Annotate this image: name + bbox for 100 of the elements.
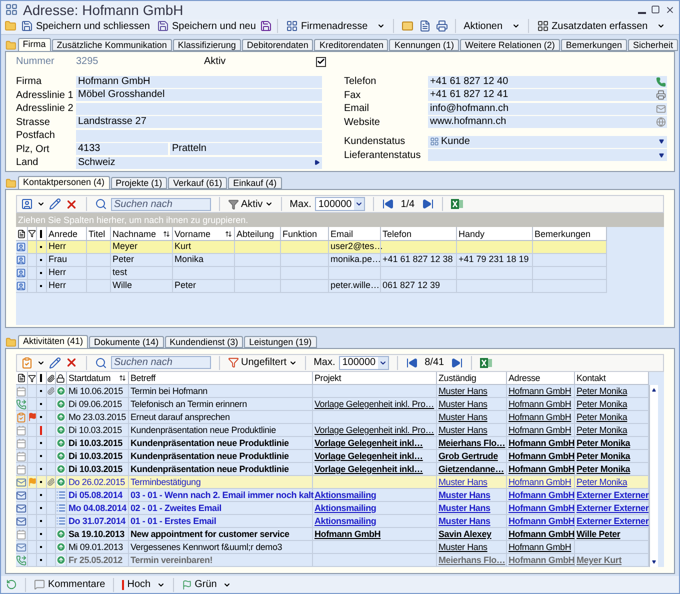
table-link[interactable]: Peter Monika	[574, 450, 632, 461]
column-header[interactable]: Bemerkungen	[532, 228, 606, 240]
input-field[interactable]: Landstrasse 27	[76, 116, 322, 128]
column-header[interactable]: Kontakt	[574, 372, 648, 384]
table-link[interactable]: Gietzendanne…	[436, 464, 506, 474]
table-row[interactable]: Di 05.08.2014 03 - 01 - Wenn nach 2. Email immer noch kaltAktionsmailing Muster Hans Hofmann GmbH Externer Externer	[16, 488, 648, 502]
clipboard-icon[interactable]	[21, 356, 33, 369]
table-row[interactable]: Mo 23.03.2015 Erneut darauf ansprechen Muster Hans Hofmann GmbH Peter Monika	[16, 410, 648, 424]
tab[interactable]: Aktivitäten (41)	[18, 334, 88, 348]
table-link[interactable]: Muster Hans	[436, 412, 490, 422]
table-row[interactable]: Di 10.03.2015 Kundenpräsentation neue Produktlinie Vorlage Gelegenheit inkl… Meierhans Flo… Hofmann GmbH Peter Monika	[16, 436, 648, 450]
phone-icon[interactable]	[656, 76, 666, 87]
table-link[interactable]: Muster Hans	[436, 424, 490, 435]
tab[interactable]: Weitere Relationen (2)	[460, 38, 560, 51]
table-link[interactable]: Hofmann GmbH	[506, 502, 577, 513]
input-field[interactable]: Möbel Grosshandel	[76, 89, 322, 102]
table-row[interactable]: Herr Meyer Kurt user2@tes…	[16, 240, 606, 254]
column-header[interactable]: Projekt	[312, 372, 436, 384]
table-link[interactable]: Hofmann GmbH	[506, 464, 577, 474]
table-row[interactable]: Herr test	[16, 266, 606, 280]
checkbox[interactable]	[316, 56, 326, 67]
column-header[interactable]: Adresse	[506, 372, 574, 384]
table-link[interactable]: Hofmann GmbH	[506, 476, 574, 487]
column-header[interactable]: Email	[328, 228, 380, 240]
table-link[interactable]: Vorlage Gelegenheit inkl. Pro…	[312, 424, 436, 435]
input-field[interactable]	[76, 102, 322, 115]
history-icon[interactable]	[6, 579, 17, 590]
comments-button[interactable]: Kommentare	[34, 577, 106, 592]
column-header[interactable]: Titel	[86, 228, 110, 240]
column-header[interactable]: Startdatum	[66, 372, 128, 384]
tab[interactable]: Kreditorendaten	[314, 38, 388, 51]
tab[interactable]: Firma	[18, 38, 51, 51]
table-link[interactable]: Hofmann GmbH	[506, 554, 577, 565]
filter-dropdown[interactable]: Ungefiltert	[228, 355, 297, 370]
first-page-icon[interactable]	[406, 356, 418, 369]
table-row[interactable]: Di 10.03.2015 Kundenpräsentation neue Produktlinie Vorlage Gelegenheit inkl. Pro… Muster Hans Hofmann GmbH Peter Monika	[16, 424, 648, 437]
input-field[interactable]: Hofmann GmbH	[76, 76, 322, 88]
close-button[interactable]	[665, 4, 675, 15]
table-link[interactable]: Wille Peter	[574, 528, 622, 539]
table-row[interactable]: Di 10.03.2015 Kundenpräsentation neue Produktlinie Vorlage Gelegenheit inkl… Gietzendanne… Hofmann GmbH Peter Monika	[16, 462, 648, 476]
tab[interactable]: Kundendienst (3)	[164, 336, 244, 348]
table-link[interactable]: Peter Monika	[574, 424, 630, 435]
table-link[interactable]: Peter Monika	[574, 464, 632, 474]
table-link[interactable]: Meyer Kurt	[574, 554, 624, 565]
table-link[interactable]: Hofmann GmbH	[506, 398, 574, 409]
table-link[interactable]: Externer Externer	[574, 490, 651, 500]
table-link[interactable]: Vorlage Gelegenheit inkl…	[312, 438, 425, 448]
tab[interactable]: Projekte (1)	[110, 177, 168, 190]
tab[interactable]: Einkauf (4)	[228, 177, 282, 190]
table-link[interactable]: Hofmann GmbH	[506, 528, 577, 539]
table-row[interactable]: Di 09.06.2015 Telefonisch an Termin erinnern Vorlage Gelegenheit inkl. Pro… Muster Hans Hofmann GmbH Peter Monika	[16, 398, 648, 411]
table-link[interactable]: Vorlage Gelegenheit inkl…	[312, 464, 425, 474]
toolbar-button[interactable]: Aktionen	[460, 18, 523, 34]
table-link[interactable]: Meierhans Flo…	[436, 554, 508, 565]
table-link[interactable]: Externer Externer	[574, 502, 651, 513]
column-header[interactable]: Telefon	[380, 228, 456, 240]
table-link[interactable]: Vorlage Gelegenheit inkl. Pro…	[312, 398, 436, 409]
table-row[interactable]: Mi 10.06.2015 Termin bei Hofmann Muster Hans Hofmann GmbH Peter Monika	[16, 384, 648, 398]
table-link[interactable]: Hofmann GmbH	[506, 490, 577, 500]
input-field[interactable]: 4133	[76, 143, 168, 156]
edit-icon[interactable]	[49, 198, 61, 210]
input-field[interactable]: Pratteln	[170, 143, 322, 156]
table-row[interactable]: Herr Wille Peter peter.wille… 061 827 12 39	[16, 279, 606, 292]
tab[interactable]: Zusätzliche Kommunikation	[52, 38, 172, 51]
contact-icon[interactable]	[21, 198, 33, 210]
table-link[interactable]: Peter Monika	[574, 476, 630, 487]
spreadsheet-export-icon[interactable]	[480, 356, 492, 369]
table-link[interactable]: Hofmann GmbH	[506, 412, 574, 422]
table-link[interactable]: Savin Alexey	[436, 528, 494, 539]
spreadsheet-export-icon[interactable]	[450, 198, 463, 210]
table-link[interactable]: Muster Hans	[436, 386, 490, 396]
globe-icon[interactable]	[656, 117, 666, 128]
table-link[interactable]: Muster Hans	[436, 502, 492, 513]
tab[interactable]: Sicherheit	[628, 38, 678, 51]
table-row[interactable]: Do 31.07.2014 01 - 01 - Erstes Email Aktionsmailing Muster Hans Hofmann GmbH Externer Externer	[16, 514, 648, 528]
table-link[interactable]: Muster Hans	[436, 490, 492, 500]
search-icon[interactable]	[95, 356, 107, 369]
tab[interactable]: Bemerkungen	[560, 38, 627, 51]
column-header[interactable]: Zuständig	[436, 372, 506, 384]
last-page-icon[interactable]	[422, 198, 434, 210]
column-header[interactable]: Abteilung	[234, 228, 280, 240]
input-field[interactable]	[76, 130, 322, 142]
first-page-icon[interactable]	[382, 198, 394, 210]
tab[interactable]: Dokumente (14)	[89, 336, 164, 348]
save-icon[interactable]	[260, 20, 272, 32]
column-header[interactable]: Nachname	[110, 228, 172, 240]
max-rows-dropdown[interactable]: 100000	[339, 356, 389, 370]
maximize-button[interactable]	[651, 5, 660, 14]
table-link[interactable]: Peter Monika	[574, 412, 630, 422]
printer-icon[interactable]	[656, 90, 666, 100]
max-rows-dropdown[interactable]: 100000	[315, 197, 365, 212]
table-link[interactable]: Vorlage Gelegenheit inkl…	[312, 450, 425, 461]
tab[interactable]: Leistungen (19)	[244, 336, 317, 348]
toolbar-button[interactable]: Speichern und neu	[154, 18, 259, 34]
table-link[interactable]: Muster Hans	[436, 398, 490, 409]
table-row[interactable]: Sa 19.10.2013 New appointment for customer service Hofmann GmbH Savin Alexey Hofmann GmbH Wille Peter	[16, 528, 648, 541]
table-row[interactable]: Mo 04.08.2014 02 - 01 - Zweites Email Aktionsmailing Muster Hans Hofmann GmbH Externer Externer	[16, 502, 648, 515]
status-dropdown[interactable]: Kunde	[428, 136, 667, 148]
table-link[interactable]: Muster Hans	[436, 516, 492, 526]
table-link[interactable]: Hofmann GmbH	[506, 386, 574, 396]
